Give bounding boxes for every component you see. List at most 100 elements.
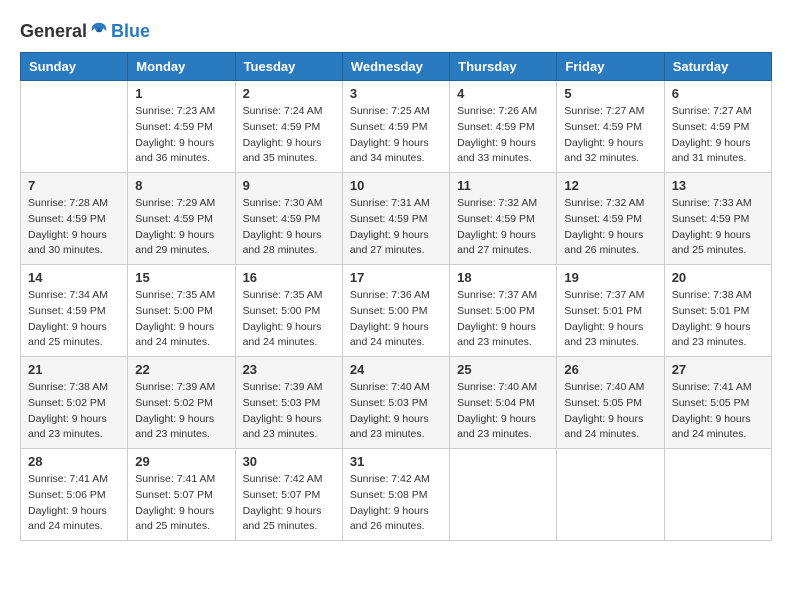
calendar-week-row: 1 Sunrise: 7:23 AMSunset: 4:59 PMDaylight… xyxy=(21,81,772,173)
calendar-cell xyxy=(450,449,557,541)
calendar-week-row: 21 Sunrise: 7:38 AMSunset: 5:02 PMDayligh… xyxy=(21,357,772,449)
day-number: 26 xyxy=(564,362,656,377)
day-number: 18 xyxy=(457,270,549,285)
day-info: Sunrise: 7:42 AMSunset: 5:08 PMDaylight:… xyxy=(350,472,442,535)
day-info: Sunrise: 7:27 AMSunset: 4:59 PMDaylight:… xyxy=(564,104,656,167)
day-info: Sunrise: 7:42 AMSunset: 5:07 PMDaylight:… xyxy=(243,472,335,535)
day-info: Sunrise: 7:34 AMSunset: 4:59 PMDaylight:… xyxy=(28,288,120,351)
day-number: 14 xyxy=(28,270,120,285)
day-number: 28 xyxy=(28,454,120,469)
day-number: 27 xyxy=(672,362,764,377)
day-info: Sunrise: 7:39 AMSunset: 5:03 PMDaylight:… xyxy=(243,380,335,443)
calendar-cell: 28 Sunrise: 7:41 AMSunset: 5:06 PMDayligh… xyxy=(21,449,128,541)
day-info: Sunrise: 7:32 AMSunset: 4:59 PMDaylight:… xyxy=(564,196,656,259)
calendar-cell: 26 Sunrise: 7:40 AMSunset: 5:05 PMDayligh… xyxy=(557,357,664,449)
logo-general: General xyxy=(20,21,87,42)
day-number: 6 xyxy=(672,86,764,101)
day-info: Sunrise: 7:30 AMSunset: 4:59 PMDaylight:… xyxy=(243,196,335,259)
calendar-cell: 11Sunrise: 7:32 AMSunset: 4:59 PMDayligh… xyxy=(450,173,557,265)
calendar-week-row: 7Sunrise: 7:28 AMSunset: 4:59 PMDaylight… xyxy=(21,173,772,265)
day-number: 8 xyxy=(135,178,227,193)
day-info: Sunrise: 7:38 AMSunset: 5:02 PMDaylight:… xyxy=(28,380,120,443)
day-number: 10 xyxy=(350,178,442,193)
calendar-cell: 3 Sunrise: 7:25 AMSunset: 4:59 PMDaylight… xyxy=(342,81,449,173)
calendar-cell: 27 Sunrise: 7:41 AMSunset: 5:05 PMDayligh… xyxy=(664,357,771,449)
day-number: 31 xyxy=(350,454,442,469)
calendar-week-row: 28 Sunrise: 7:41 AMSunset: 5:06 PMDayligh… xyxy=(21,449,772,541)
day-info: Sunrise: 7:29 AMSunset: 4:59 PMDaylight:… xyxy=(135,196,227,259)
calendar-cell: 31 Sunrise: 7:42 AMSunset: 5:08 PMDayligh… xyxy=(342,449,449,541)
day-number: 20 xyxy=(672,270,764,285)
calendar-cell: 9 Sunrise: 7:30 AMSunset: 4:59 PMDaylight… xyxy=(235,173,342,265)
day-number: 30 xyxy=(243,454,335,469)
day-number: 16 xyxy=(243,270,335,285)
calendar-cell: 15 Sunrise: 7:35 AMSunset: 5:00 PMDayligh… xyxy=(128,265,235,357)
day-number: 5 xyxy=(564,86,656,101)
calendar-cell: 18 Sunrise: 7:37 AMSunset: 5:00 PMDayligh… xyxy=(450,265,557,357)
weekday-header-saturday: Saturday xyxy=(664,53,771,81)
day-number: 2 xyxy=(243,86,335,101)
weekday-header-row: SundayMondayTuesdayWednesdayThursdayFrid… xyxy=(21,53,772,81)
calendar-week-row: 14 Sunrise: 7:34 AMSunset: 4:59 PMDayligh… xyxy=(21,265,772,357)
day-number: 25 xyxy=(457,362,549,377)
day-info: Sunrise: 7:26 AMSunset: 4:59 PMDaylight:… xyxy=(457,104,549,167)
calendar-cell: 25 Sunrise: 7:40 AMSunset: 5:04 PMDayligh… xyxy=(450,357,557,449)
day-info: Sunrise: 7:38 AMSunset: 5:01 PMDaylight:… xyxy=(672,288,764,351)
day-number: 15 xyxy=(135,270,227,285)
day-info: Sunrise: 7:37 AMSunset: 5:01 PMDaylight:… xyxy=(564,288,656,351)
day-number: 17 xyxy=(350,270,442,285)
day-info: Sunrise: 7:37 AMSunset: 5:00 PMDaylight:… xyxy=(457,288,549,351)
day-info: Sunrise: 7:40 AMSunset: 5:05 PMDaylight:… xyxy=(564,380,656,443)
day-info: Sunrise: 7:39 AMSunset: 5:02 PMDaylight:… xyxy=(135,380,227,443)
day-number: 29 xyxy=(135,454,227,469)
day-info: Sunrise: 7:23 AMSunset: 4:59 PMDaylight:… xyxy=(135,104,227,167)
logo-blue: Blue xyxy=(111,21,150,41)
calendar-cell xyxy=(557,449,664,541)
weekday-header-sunday: Sunday xyxy=(21,53,128,81)
calendar-cell: 13 Sunrise: 7:33 AMSunset: 4:59 PMDayligh… xyxy=(664,173,771,265)
day-info: Sunrise: 7:24 AMSunset: 4:59 PMDaylight:… xyxy=(243,104,335,167)
calendar-cell: 6Sunrise: 7:27 AMSunset: 4:59 PMDaylight… xyxy=(664,81,771,173)
calendar-cell: 23 Sunrise: 7:39 AMSunset: 5:03 PMDayligh… xyxy=(235,357,342,449)
day-info: Sunrise: 7:41 AMSunset: 5:05 PMDaylight:… xyxy=(672,380,764,443)
day-number: 22 xyxy=(135,362,227,377)
calendar-cell: 7Sunrise: 7:28 AMSunset: 4:59 PMDaylight… xyxy=(21,173,128,265)
logo: General Blue xyxy=(20,20,150,42)
day-info: Sunrise: 7:35 AMSunset: 5:00 PMDaylight:… xyxy=(243,288,335,351)
calendar-cell: 14 Sunrise: 7:34 AMSunset: 4:59 PMDayligh… xyxy=(21,265,128,357)
calendar-cell xyxy=(21,81,128,173)
day-number: 9 xyxy=(243,178,335,193)
weekday-header-friday: Friday xyxy=(557,53,664,81)
calendar-cell: 21 Sunrise: 7:38 AMSunset: 5:02 PMDayligh… xyxy=(21,357,128,449)
calendar-cell xyxy=(664,449,771,541)
calendar-cell: 22 Sunrise: 7:39 AMSunset: 5:02 PMDayligh… xyxy=(128,357,235,449)
weekday-header-wednesday: Wednesday xyxy=(342,53,449,81)
day-info: Sunrise: 7:33 AMSunset: 4:59 PMDaylight:… xyxy=(672,196,764,259)
calendar-cell: 8 Sunrise: 7:29 AMSunset: 4:59 PMDaylight… xyxy=(128,173,235,265)
day-info: Sunrise: 7:31 AMSunset: 4:59 PMDaylight:… xyxy=(350,196,442,259)
day-info: Sunrise: 7:40 AMSunset: 5:03 PMDaylight:… xyxy=(350,380,442,443)
day-number: 3 xyxy=(350,86,442,101)
calendar-cell: 1 Sunrise: 7:23 AMSunset: 4:59 PMDaylight… xyxy=(128,81,235,173)
day-number: 23 xyxy=(243,362,335,377)
calendar-cell: 16 Sunrise: 7:35 AMSunset: 5:00 PMDayligh… xyxy=(235,265,342,357)
day-info: Sunrise: 7:41 AMSunset: 5:06 PMDaylight:… xyxy=(28,472,120,535)
calendar-cell: 30 Sunrise: 7:42 AMSunset: 5:07 PMDayligh… xyxy=(235,449,342,541)
day-number: 7 xyxy=(28,178,120,193)
day-number: 19 xyxy=(564,270,656,285)
day-number: 4 xyxy=(457,86,549,101)
day-info: Sunrise: 7:35 AMSunset: 5:00 PMDaylight:… xyxy=(135,288,227,351)
day-number: 11 xyxy=(457,178,549,193)
calendar-cell: 29 Sunrise: 7:41 AMSunset: 5:07 PMDayligh… xyxy=(128,449,235,541)
day-number: 21 xyxy=(28,362,120,377)
day-number: 1 xyxy=(135,86,227,101)
day-number: 12 xyxy=(564,178,656,193)
calendar-cell: 12 Sunrise: 7:32 AMSunset: 4:59 PMDayligh… xyxy=(557,173,664,265)
day-info: Sunrise: 7:41 AMSunset: 5:07 PMDaylight:… xyxy=(135,472,227,535)
calendar-cell: 17Sunrise: 7:36 AMSunset: 5:00 PMDayligh… xyxy=(342,265,449,357)
calendar-cell: 20 Sunrise: 7:38 AMSunset: 5:01 PMDayligh… xyxy=(664,265,771,357)
day-number: 13 xyxy=(672,178,764,193)
calendar-cell: 5 Sunrise: 7:27 AMSunset: 4:59 PMDaylight… xyxy=(557,81,664,173)
day-info: Sunrise: 7:25 AMSunset: 4:59 PMDaylight:… xyxy=(350,104,442,167)
day-info: Sunrise: 7:40 AMSunset: 5:04 PMDaylight:… xyxy=(457,380,549,443)
